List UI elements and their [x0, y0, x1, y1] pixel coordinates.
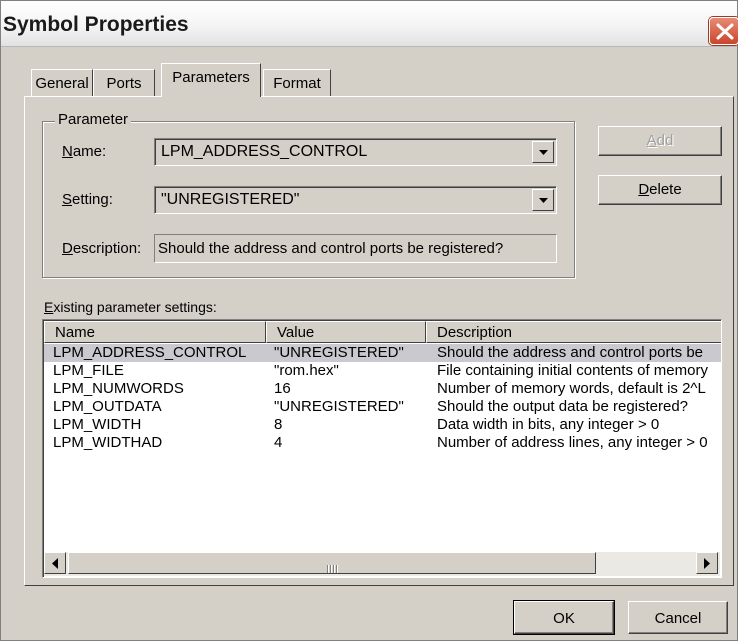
- chevron-down-icon: [539, 198, 548, 203]
- list-header: Name Value Description: [44, 321, 721, 343]
- cancel-button[interactable]: Cancel: [628, 601, 728, 634]
- row-description-cell: Should the output data be registered?: [437, 398, 689, 415]
- row-value-cell: "UNREGISTERED": [274, 344, 404, 361]
- name-label: Name:: [62, 143, 107, 160]
- column-header-description[interactable]: Description: [426, 321, 721, 343]
- chevron-right-icon: [704, 558, 710, 569]
- row-value-cell: "UNREGISTERED": [274, 398, 404, 415]
- column-header-name[interactable]: Name: [44, 321, 266, 343]
- setting-combobox[interactable]: "UNREGISTERED": [154, 186, 557, 214]
- table-row[interactable]: LPM_ADDRESS_CONTROL "UNREGISTERED" Shoul…: [44, 344, 721, 362]
- table-row[interactable]: LPM_WIDTHAD 4 Number of address lines, a…: [44, 434, 721, 452]
- table-row[interactable]: LPM_OUTDATA "UNREGISTERED" Should the ou…: [44, 398, 721, 416]
- row-name-cell: LPM_NUMWORDS: [53, 380, 184, 397]
- row-description-cell: Number of memory words, default is 2^L: [437, 380, 706, 397]
- chevron-down-icon: [539, 150, 548, 155]
- scroll-right-button[interactable]: [696, 552, 718, 574]
- parameter-group-label: Parameter: [55, 111, 132, 128]
- tab-general[interactable]: General: [31, 69, 93, 97]
- row-description-cell: File containing initial contents of memo…: [437, 362, 708, 379]
- tab-format[interactable]: Format: [263, 69, 331, 97]
- row-value-cell: 4: [274, 434, 283, 451]
- horizontal-scrollbar[interactable]: [44, 552, 720, 576]
- column-header-value[interactable]: Value: [266, 321, 426, 343]
- name-combobox-value: LPM_ADDRESS_CONTROL: [161, 143, 368, 160]
- chevron-left-icon: [52, 558, 58, 569]
- table-row[interactable]: LPM_NUMWORDS 16 Number of memory words, …: [44, 380, 721, 398]
- symbol-properties-dialog: Symbol Properties General Ports Paramete…: [0, 0, 738, 641]
- add-button[interactable]: Add: [598, 126, 722, 156]
- existing-settings-label: Existing parameter settings:: [44, 299, 217, 315]
- row-value-cell: 16: [274, 380, 291, 397]
- scrollbar-thumb[interactable]: [68, 552, 596, 574]
- setting-dropdown-button[interactable]: [532, 189, 554, 211]
- ok-button[interactable]: OK: [514, 601, 614, 634]
- grip-icon: [327, 560, 341, 573]
- close-x-icon: [716, 23, 734, 40]
- tab-parameters[interactable]: Parameters: [161, 63, 261, 97]
- row-description-cell: Data width in bits, any integer > 0: [437, 416, 660, 433]
- dialog-title: Symbol Properties: [3, 13, 189, 36]
- table-row[interactable]: LPM_WIDTH 8 Data width in bits, any inte…: [44, 416, 721, 434]
- row-name-cell: LPM_ADDRESS_CONTROL: [53, 344, 247, 361]
- name-combobox[interactable]: LPM_ADDRESS_CONTROL: [154, 138, 557, 166]
- row-name-cell: LPM_OUTDATA: [53, 398, 162, 415]
- row-description-cell: Number of address lines, any integer > 0: [437, 434, 708, 451]
- title-bar[interactable]: Symbol Properties: [1, 1, 738, 47]
- delete-button[interactable]: Delete: [598, 175, 722, 205]
- setting-combobox-value: "UNREGISTERED": [161, 191, 300, 208]
- row-name-cell: LPM_WIDTH: [53, 416, 142, 433]
- description-field: Should the address and control ports be …: [154, 234, 557, 263]
- description-label: Description:: [62, 240, 142, 257]
- setting-label: Setting:: [62, 191, 113, 208]
- row-value-cell: "rom.hex": [274, 362, 339, 379]
- name-dropdown-button[interactable]: [532, 141, 554, 163]
- row-name-cell: LPM_WIDTHAD: [53, 434, 163, 451]
- row-description-cell: Should the address and control ports be: [437, 344, 704, 361]
- close-button[interactable]: [709, 17, 738, 45]
- tab-ports[interactable]: Ports: [93, 69, 155, 97]
- row-value-cell: 8: [274, 416, 283, 433]
- table-row[interactable]: LPM_FILE "rom.hex" File containing initi…: [44, 362, 721, 380]
- row-name-cell: LPM_FILE: [53, 362, 124, 379]
- scroll-left-button[interactable]: [44, 552, 66, 574]
- existing-parameters-list[interactable]: Name Value Description LPM_ADDRESS_CONTR…: [42, 319, 722, 578]
